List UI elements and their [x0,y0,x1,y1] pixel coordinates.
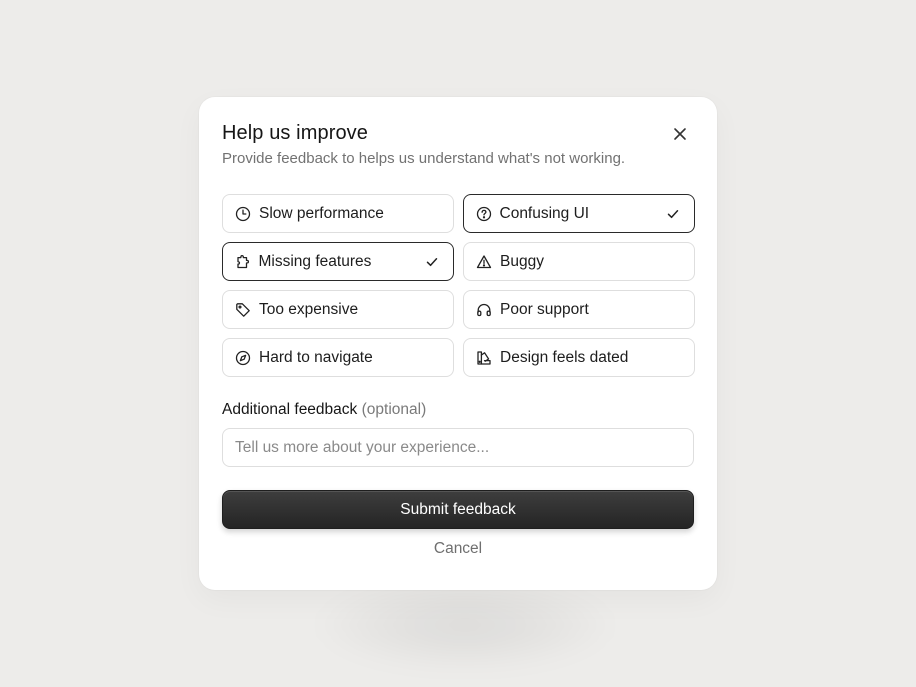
option-confusing-ui[interactable]: Confusing UI [463,194,695,233]
option-slow-performance[interactable]: Slow performance [222,194,454,233]
option-label: Poor support [500,300,589,318]
additional-feedback-input[interactable] [222,428,694,467]
compass-icon [235,350,251,366]
option-missing-features[interactable]: Missing features [222,242,454,281]
option-label: Buggy [500,252,544,270]
dialog-subtitle: Provide feedback to helps us understand … [222,150,626,167]
additional-feedback-label: Additional feedback (optional) [222,399,694,421]
dialog-title: Help us improve [222,122,369,144]
puzzle-icon [235,254,251,270]
additional-feedback-title: Additional feedback [222,401,358,418]
close-icon [673,127,687,141]
swatches-icon [476,350,492,366]
feedback-dialog: Help us improve Provide feedback to help… [199,97,717,590]
clock-icon [235,206,251,222]
question-circle-icon [476,206,492,222]
option-poor-support[interactable]: Poor support [463,290,695,329]
option-label: Design feels dated [500,348,629,366]
submit-feedback-button[interactable]: Submit feedback [222,490,694,529]
feedback-options: Slow performance Confusing UI Missing fe… [222,194,695,377]
option-label: Slow performance [259,204,384,222]
option-buggy[interactable]: Buggy [463,242,695,281]
headphones-icon [476,302,492,318]
option-label: Confusing UI [499,204,590,222]
option-label: Hard to navigate [259,348,373,366]
cancel-button[interactable]: Cancel [434,538,482,560]
option-label: Too expensive [259,300,359,318]
check-icon [425,255,439,269]
option-hard-to-navigate[interactable]: Hard to navigate [222,338,454,377]
backdrop-shadow [320,580,610,670]
page-background: Help us improve Provide feedback to help… [0,0,916,687]
option-label: Missing features [258,252,372,270]
option-design-feels-dated[interactable]: Design feels dated [463,338,695,377]
optional-hint: (optional) [361,401,427,418]
check-icon [666,207,680,221]
warning-triangle-icon [476,254,492,270]
tag-icon [235,302,251,318]
option-too-expensive[interactable]: Too expensive [222,290,454,329]
close-button[interactable] [671,125,689,143]
